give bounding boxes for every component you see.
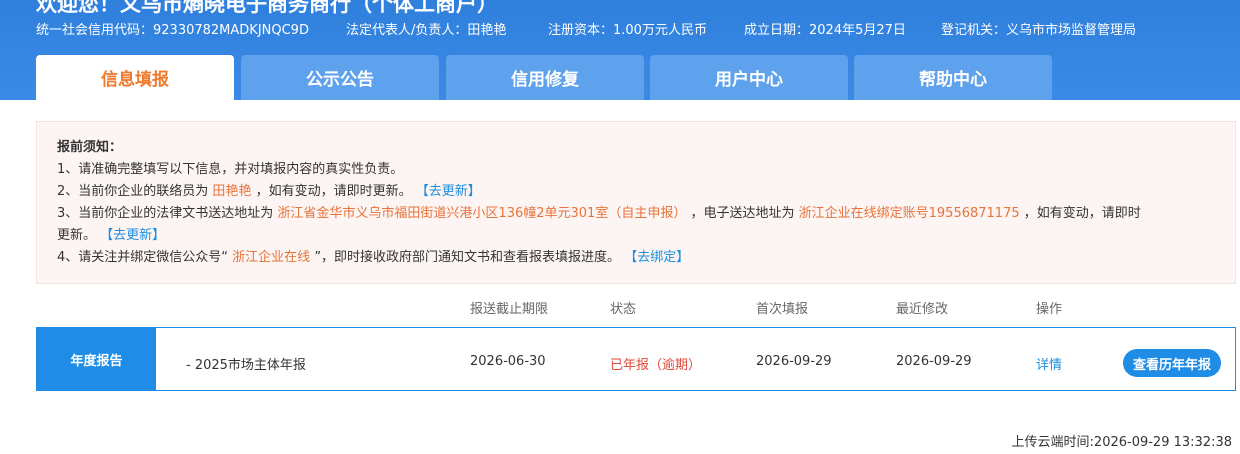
electronic-address: 浙江企业在线绑定账号19556871175 (798, 206, 1020, 221)
report-deadline: 2026-06-30 (470, 354, 546, 369)
notice-line-3-cont: 更新。 【去更新】 (57, 225, 165, 247)
annual-report-row: 年度报告 - 2025市场主体年报 2026-06-30 已年报（逾期） 202… (36, 327, 1236, 391)
notice-title: 报前须知： (57, 140, 123, 155)
notice-line-3-text-b: ，电子送达地址为 (690, 206, 795, 221)
header-status: 状态 (610, 302, 637, 317)
registration-authority: 登记机关：义乌市市场监督管理局 (941, 23, 1137, 38)
notice-line-4-text-a: 4、请关注并绑定微信公众号“ (57, 250, 229, 265)
registered-capital: 注册资本：1.00万元人民币 (548, 23, 707, 38)
credit-code: 统一社会信用代码：92330782MADKJNQC9D (36, 23, 309, 38)
report-first-fill: 2026-09-29 (756, 354, 832, 369)
wechat-account-name: 浙江企业在线 (232, 250, 311, 265)
notice-line-3-text-d: 更新。 (57, 228, 97, 243)
notice-line-4: 4、请关注并绑定微信公众号“ 浙江企业在线 ”，即时接收政府部门通知文书和查看报… (57, 247, 689, 269)
tab-credit-repair[interactable]: 信用修复 (446, 55, 644, 100)
notice-line-4-text-b: ”，即时接收政府部门通知文书和查看报表填报进度。 (314, 250, 621, 265)
notice-line-3-text-a: 3、当前你企业的法律文书送达地址为 (57, 206, 274, 221)
notice-line-2-text-a: 2、当前你企业的联络员为 (57, 184, 209, 199)
report-table-header: 报送截止期限 状态 首次填报 最近修改 操作 (0, 298, 1240, 320)
view-history-reports-button[interactable]: 查看历年年报 (1123, 349, 1221, 377)
update-address-link[interactable]: 【去更新】 (100, 228, 165, 243)
upload-time: 上传云端时间:2026-09-29 13:32:38 (1011, 435, 1232, 450)
contact-person: 田艳艳 (212, 184, 252, 199)
notice-line-2: 2、当前你企业的联络员为 田艳艳 ，如有变动，请即时更新。 【去更新】 (57, 181, 481, 203)
tab-help-center[interactable]: 帮助中心 (854, 55, 1052, 100)
annual-report-label: 年度报告 (37, 328, 156, 390)
welcome-title: 欢迎您！义乌市熵晓电子商务商行（个体工商户） (36, 0, 498, 16)
main-tabs: 信息填报 公示公告 信用修复 用户中心 帮助中心 (36, 55, 1136, 100)
tab-info-filing[interactable]: 信息填报 (36, 55, 234, 100)
header-first-fill: 首次填报 (756, 302, 809, 317)
notice-line-3-text-c: ，如有变动，请即时 (1023, 206, 1141, 221)
bind-wechat-link[interactable]: 【去绑定】 (624, 250, 689, 265)
header-banner: 欢迎您！义乌市熵晓电子商务商行（个体工商户） 统一社会信用代码：92330782… (0, 0, 1240, 100)
pre-report-notice: 报前须知： 1、请准确完整填写以下信息，并对填报内容的真实性负责。 2、当前你企… (36, 121, 1236, 284)
tab-public-notice[interactable]: 公示公告 (241, 55, 439, 100)
notice-line-2-text-b: ，如有变动，请即时更新。 (255, 184, 412, 199)
legal-representative: 法定代表人/负责人：田艳艳 (346, 23, 507, 38)
founded-date: 成立日期：2024年5月27日 (744, 23, 906, 38)
legal-address: 浙江省金华市义乌市福田街道兴港小区136幢2单元301室（自主申报） (277, 206, 687, 221)
notice-line-1: 1、请准确完整填写以下信息，并对填报内容的真实性负责。 (57, 162, 404, 177)
notice-line-3: 3、当前你企业的法律文书送达地址为 浙江省金华市义乌市福田街道兴港小区136幢2… (57, 203, 1141, 225)
header-action: 操作 (1036, 302, 1063, 317)
header-deadline: 报送截止期限 (470, 302, 549, 317)
report-name: - 2025市场主体年报 (186, 358, 306, 373)
tab-user-center[interactable]: 用户中心 (650, 55, 848, 100)
report-status: 已年报（逾期） (610, 358, 702, 373)
report-last-modified: 2026-09-29 (896, 354, 972, 369)
detail-link[interactable]: 详情 (1036, 354, 1062, 373)
header-last-modified: 最近修改 (896, 302, 949, 317)
update-contact-link[interactable]: 【去更新】 (416, 184, 481, 199)
